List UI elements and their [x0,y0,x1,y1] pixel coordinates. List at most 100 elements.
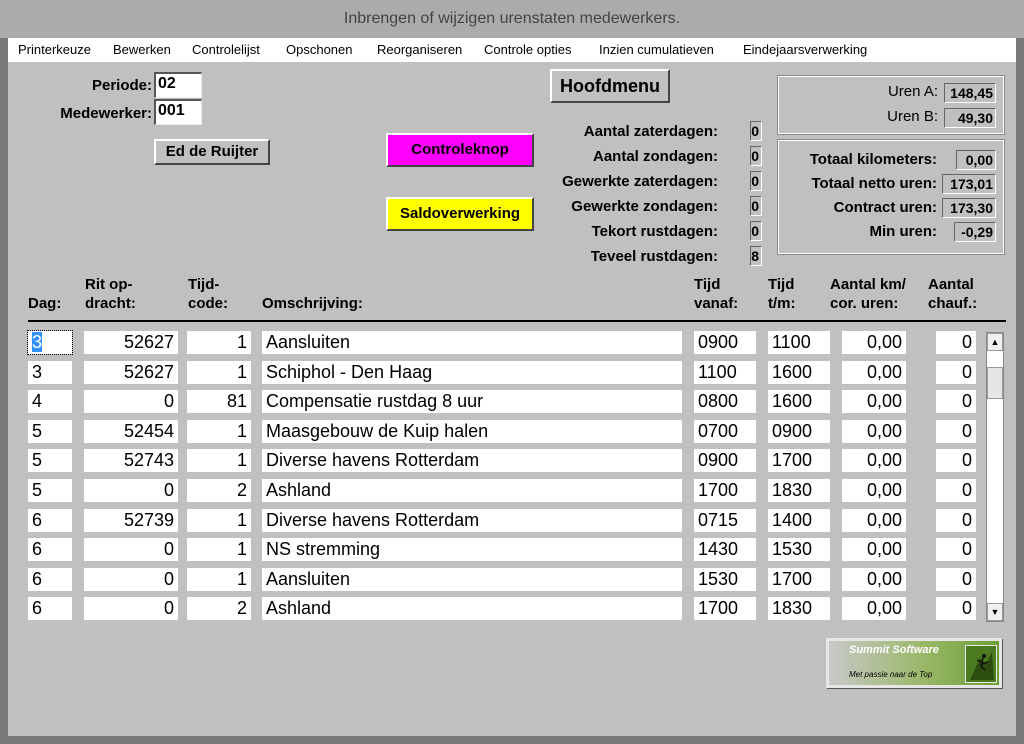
cell-chauf[interactable]: 0 [936,567,976,591]
cell-km[interactable]: 0,00 [842,479,906,502]
cell-km[interactable]: 0,00 [842,508,906,532]
scroll-up-icon[interactable]: ▲ [987,333,1003,351]
cell-omschrijving[interactable]: Schiphol - Den Haag [262,360,682,384]
stat-label: Aantal zaterdagen: [583,123,718,140]
cell-tm[interactable]: 1530 [768,538,830,562]
cell-tijdcode[interactable]: 1 [187,419,251,443]
cell-chauf[interactable]: 0 [936,479,976,502]
cell-km[interactable]: 0,00 [842,449,906,473]
cell-omschrijving[interactable]: Aansluiten [262,567,682,591]
hoofdmenu-button[interactable]: Hoofdmenu [550,69,670,103]
cell-chauf[interactable]: 0 [936,360,976,384]
cell-rit[interactable]: 52739 [84,508,178,532]
cell-omschrijving[interactable]: Diverse havens Rotterdam [262,449,682,473]
cell-tm[interactable]: 1600 [768,390,830,414]
menu-controle-opties[interactable]: Controle opties [484,42,571,57]
cell-tm[interactable]: 1830 [768,597,830,621]
cell-omschrijving[interactable]: Ashland [262,479,682,502]
cell-vanaf[interactable]: 1430 [694,538,756,562]
cell-chauf[interactable]: 0 [936,538,976,562]
cell-chauf[interactable]: 0 [936,597,976,621]
cell-tijdcode[interactable]: 2 [187,597,251,621]
cell-tm[interactable]: 1600 [768,360,830,384]
cell-dag[interactable]: 6 [28,567,72,591]
cell-rit[interactable]: 0 [84,567,178,591]
cell-vanaf[interactable]: 1530 [694,567,756,591]
cell-tm[interactable]: 1700 [768,567,830,591]
menu-opschonen[interactable]: Opschonen [286,42,353,57]
cell-km[interactable]: 0,00 [842,597,906,621]
cell-tm[interactable]: 1830 [768,479,830,502]
table-scrollbar[interactable]: ▲ ▼ [986,332,1004,622]
cell-vanaf[interactable]: 0900 [694,331,756,354]
cell-tm[interactable]: 0900 [768,419,830,443]
cell-omschrijving[interactable]: Maasgebouw de Kuip halen [262,419,682,443]
menu-eindejaarsverwerking[interactable]: Eindejaarsverwerking [743,42,867,57]
cell-tijdcode[interactable]: 1 [187,508,251,532]
total-label: Totaal netto uren: [811,175,937,192]
cell-chauf[interactable]: 0 [936,390,976,414]
cell-omschrijving[interactable]: NS stremming [262,538,682,562]
cell-tijdcode[interactable]: 81 [187,390,251,414]
cell-rit[interactable]: 52627 [84,360,178,384]
medewerker-input[interactable]: 001 [154,99,202,125]
cell-chauf[interactable]: 0 [936,331,976,354]
cell-dag[interactable]: 6 [28,597,72,621]
cell-rit[interactable]: 0 [84,538,178,562]
total-value: 0,00 [956,150,996,170]
cell-tijdcode[interactable]: 1 [187,331,251,354]
cell-rit[interactable]: 52454 [84,419,178,443]
menu-inzien-cumulatieven[interactable]: Inzien cumulatieven [599,42,714,57]
cell-km[interactable]: 0,00 [842,538,906,562]
cell-tijdcode[interactable]: 1 [187,567,251,591]
cell-vanaf[interactable]: 0900 [694,449,756,473]
cell-rit[interactable]: 52627 [84,331,178,354]
cell-rit[interactable]: 0 [84,597,178,621]
cell-tijdcode[interactable]: 1 [187,538,251,562]
cell-rit[interactable]: 0 [84,479,178,502]
cell-chauf[interactable]: 0 [936,419,976,443]
cell-km[interactable]: 0,00 [842,390,906,414]
cell-dag[interactable]: 5 [28,479,72,502]
menu-printerkeuze[interactable]: Printerkeuze [18,42,91,57]
cell-dag[interactable]: 5 [28,449,72,473]
cell-omschrijving[interactable]: Aansluiten [262,331,682,354]
cell-vanaf[interactable]: 1700 [694,479,756,502]
scroll-thumb[interactable] [987,367,1003,399]
cell-tijdcode[interactable]: 1 [187,360,251,384]
cell-tm[interactable]: 1400 [768,508,830,532]
cell-omschrijving[interactable]: Diverse havens Rotterdam [262,508,682,532]
cell-vanaf[interactable]: 1100 [694,360,756,384]
cell-tijdcode[interactable]: 2 [187,479,251,502]
cell-dag[interactable]: 4 [28,390,72,414]
cell-omschrijving[interactable]: Ashland [262,597,682,621]
menu-reorganiseren[interactable]: Reorganiseren [377,42,462,57]
cell-km[interactable]: 0,00 [842,567,906,591]
cell-tijdcode[interactable]: 1 [187,449,251,473]
cell-dag[interactable]: 6 [28,508,72,532]
periode-input[interactable]: 02 [154,72,202,98]
cell-km[interactable]: 0,00 [842,331,906,354]
cell-vanaf[interactable]: 0715 [694,508,756,532]
cell-dag[interactable]: 3 [27,330,73,355]
cell-chauf[interactable]: 0 [936,449,976,473]
cell-vanaf[interactable]: 0700 [694,419,756,443]
menu-controlelijst[interactable]: Controlelijst [192,42,260,57]
cell-rit[interactable]: 0 [84,390,178,414]
menu-bewerken[interactable]: Bewerken [113,42,171,57]
total-label: Contract uren: [833,199,937,216]
cell-vanaf[interactable]: 1700 [694,597,756,621]
cell-chauf[interactable]: 0 [936,508,976,532]
scroll-down-icon[interactable]: ▼ [987,603,1003,621]
cell-dag[interactable]: 3 [28,360,72,384]
cell-km[interactable]: 0,00 [842,360,906,384]
cell-rit[interactable]: 52743 [84,449,178,473]
cell-dag[interactable]: 6 [28,538,72,562]
cell-tm[interactable]: 1100 [768,331,830,354]
cell-dag[interactable]: 5 [28,419,72,443]
cell-omschrijving[interactable]: Compensatie rustdag 8 uur [262,390,682,414]
cell-vanaf[interactable]: 0800 [694,390,756,414]
cell-tm[interactable]: 1700 [768,449,830,473]
stat-value: 0 [750,121,762,141]
cell-km[interactable]: 0,00 [842,419,906,443]
